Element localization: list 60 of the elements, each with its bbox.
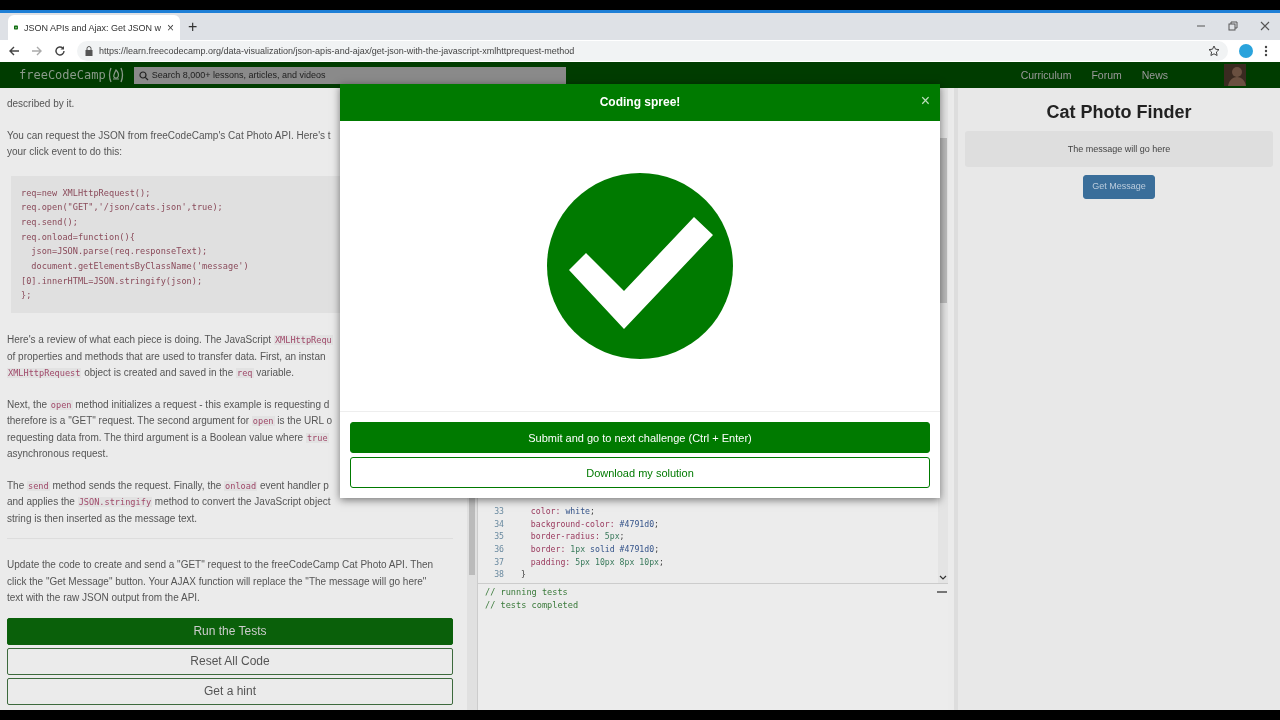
line-number: 34 [493, 517, 504, 531]
chevron-down-icon[interactable] [939, 575, 947, 581]
line-number: 37 [493, 555, 504, 569]
code-line: padding: 5px 10px 8px 10px; [529, 555, 664, 569]
lesson-text: text with the raw JSON output from the API. [7, 591, 201, 606]
code-line: background-color: #4791d0; [529, 517, 660, 531]
search-icon [138, 70, 149, 81]
modal-button[interactable]: Download my solution [350, 457, 930, 488]
reload-icon[interactable] [54, 45, 66, 57]
close-tab-button[interactable]: × [167, 20, 174, 35]
address-bar[interactable]: https://learn.freecodecamp.org/data-visualization/json-apis-and-ajax/get-json-with-the-javascript-xmlhttprequest-method [77, 41, 1228, 61]
lesson-text: Update the code to create and send a "GET" request to the freeCodeCamp Cat Photo API. Then [7, 558, 435, 573]
nav-link[interactable]: Forum [1091, 69, 1122, 81]
avatar-icon[interactable] [1224, 64, 1246, 86]
get-message-button[interactable]: Get Message [1083, 175, 1155, 199]
line-number: 35 [493, 530, 504, 543]
star-icon[interactable] [1208, 45, 1220, 57]
lesson-text: asynchronous request. [7, 447, 110, 462]
flame-icon [106, 67, 125, 83]
lesson-text: click the "Get Message" button. Your AJAX function will replace the "The message will go here" [7, 574, 428, 589]
lock-icon [85, 46, 93, 56]
line-number: 33 [493, 504, 504, 518]
console-line: // tests completed [485, 599, 580, 612]
new-tab-button[interactable]: + [188, 17, 198, 37]
message-box: The message will go here [965, 131, 1273, 167]
lesson-text: of properties and methods that are used to transfer data. First, an instan [7, 349, 327, 364]
modal-title: Coding spree! [599, 95, 681, 110]
site-logo[interactable]: freeCodeCamp [19, 68, 106, 82]
close-button[interactable]: × [920, 92, 930, 110]
browser-tab[interactable]: JSON APIs and Ajax: Get JSON w × [8, 15, 180, 40]
forward-icon[interactable] [31, 45, 43, 57]
lesson-text: string is then inserted as the message text. [7, 511, 199, 526]
lesson-text: You can request the JSON from freeCodeCamp's Cat Photo API. Here's t [7, 128, 332, 143]
preview-title: Cat Photo Finder [1046, 101, 1192, 123]
code-line: border-radius: 5px; [529, 530, 625, 543]
lesson-button[interactable]: Reset All Code [7, 647, 453, 675]
minimize-icon[interactable] [937, 590, 947, 594]
check-icon [547, 172, 733, 359]
search-field[interactable]: Search 8,000+ lessons, articles, and videos [133, 66, 566, 84]
lesson-text: described by it. [7, 97, 76, 111]
modal-button[interactable]: Submit and go to next challenge (Ctrl + Enter) [350, 422, 930, 453]
line-number: 38 [493, 568, 504, 581]
tab-title: JSON APIs and Ajax: Get JSON w [23, 22, 161, 33]
nav-link[interactable]: Curriculum [1020, 69, 1072, 81]
close-icon[interactable] [1260, 21, 1270, 31]
nav-link[interactable]: News [1141, 69, 1168, 81]
code-line: color: white; [529, 504, 595, 518]
lesson-text: your click event to do this: [7, 145, 124, 159]
console-line: // running tests [485, 586, 569, 599]
url-text: https://learn.freecodecamp.org/data-visualization/json-apis-and-ajax/get-json-with-the-javascript-xmlhttprequest-method [99, 46, 576, 56]
code-line: } [521, 568, 526, 581]
line-number: 36 [493, 542, 504, 556]
profile-icon[interactable] [1239, 44, 1253, 58]
back-icon[interactable] [8, 45, 20, 57]
lesson-button[interactable]: Run the Tests [7, 617, 453, 645]
code-line: border: 1px solid #4791d0; [529, 542, 660, 556]
restore-icon[interactable] [1228, 21, 1238, 31]
lesson-text: and applies the JSON.stringify method to convert the JavaScript object [7, 495, 332, 510]
menu-icon[interactable] [1264, 45, 1268, 57]
lesson-button[interactable]: Get a hint [7, 677, 453, 705]
